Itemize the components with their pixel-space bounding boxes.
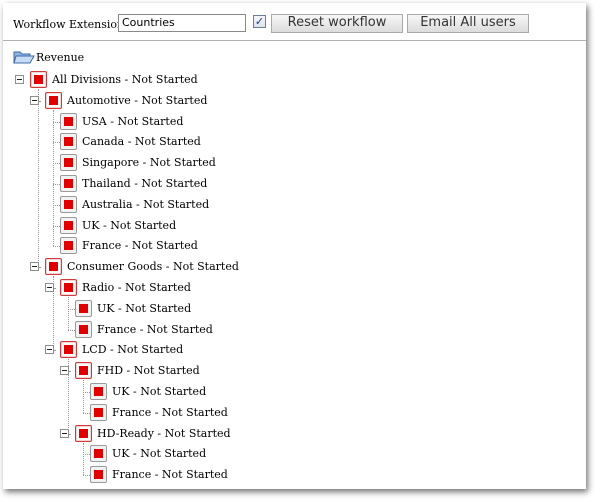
tree-node-label: France - Not Started xyxy=(112,468,228,482)
tree-connector xyxy=(53,109,54,247)
tree-node-label: Australia - Not Started xyxy=(82,197,210,211)
status-not-started-icon[interactable] xyxy=(60,154,77,172)
tree-connector xyxy=(83,412,90,414)
status-not-started-icon[interactable] xyxy=(60,237,77,255)
tree-node-label: UK - Not Started xyxy=(97,301,192,315)
tree-node-label: Canada - Not Started xyxy=(82,135,201,149)
collapse-toggle-icon[interactable] xyxy=(60,428,69,438)
tree-node-label: Consumer Goods - Not Started xyxy=(67,260,239,274)
toolbar: Workflow Extension Countries ✓ Reset wor… xyxy=(3,3,586,41)
status-not-started-icon[interactable] xyxy=(60,341,77,359)
status-not-started-icon[interactable] xyxy=(90,445,107,463)
tree-connector xyxy=(83,392,90,393)
tree-node-label: USA - Not Started xyxy=(82,114,184,128)
tree-connector xyxy=(68,329,75,331)
tree-node-label: Singapore - Not Started xyxy=(82,156,216,170)
checkmark-icon: ✓ xyxy=(254,15,265,28)
status-not-started-icon[interactable] xyxy=(30,71,47,88)
status-not-started-icon[interactable] xyxy=(60,216,77,234)
tree-connector xyxy=(53,142,60,144)
status-not-started-icon[interactable] xyxy=(90,403,107,421)
status-not-started-icon[interactable] xyxy=(45,258,62,276)
tree-connector xyxy=(53,121,60,123)
status-not-started-icon[interactable] xyxy=(75,320,92,338)
status-not-started-icon[interactable] xyxy=(75,299,92,317)
tree-connector xyxy=(53,225,60,227)
collapse-toggle-icon[interactable] xyxy=(30,95,39,105)
workflow-panel: Workflow Extension Countries ✓ Reset wor… xyxy=(3,3,586,489)
root-label: Revenue xyxy=(36,51,85,64)
status-not-started-icon[interactable] xyxy=(60,112,77,130)
tree-node-label: UK - Not Started xyxy=(112,385,207,398)
tree-connector xyxy=(53,184,60,185)
status-not-started-icon[interactable] xyxy=(90,383,107,400)
tree-connector xyxy=(53,246,60,248)
tree-node-label: LCD - Not Started xyxy=(82,343,184,357)
collapse-toggle-icon[interactable] xyxy=(45,345,54,355)
status-not-started-icon[interactable] xyxy=(75,424,92,442)
tree-connector xyxy=(68,308,75,310)
tree-node-label: Thailand - Not Started xyxy=(82,177,208,190)
tree-node-label: France - Not Started xyxy=(112,405,228,419)
workflow-checkbox[interactable]: ✓ xyxy=(253,15,266,28)
status-not-started-icon[interactable] xyxy=(45,91,62,109)
tree-connector xyxy=(38,89,39,268)
status-not-started-icon[interactable] xyxy=(60,195,77,213)
status-not-started-icon[interactable] xyxy=(75,362,92,380)
tree-node-label: HD-Ready - Not Started xyxy=(97,426,231,440)
tree-node-label: Automotive - Not Started xyxy=(67,93,208,107)
status-not-started-icon[interactable] xyxy=(90,466,107,484)
tree-node-label: Radio - Not Started xyxy=(82,281,191,294)
division-tree: Revenue All Divisions - Not Started Autom… xyxy=(3,43,586,489)
tree-connector xyxy=(53,163,60,165)
collapse-toggle-icon[interactable] xyxy=(60,366,69,376)
email-all-users-button[interactable]: Email All users xyxy=(407,14,529,33)
tree-node-label: France - Not Started xyxy=(97,322,213,336)
collapse-toggle-icon[interactable] xyxy=(30,262,39,272)
collapse-toggle-icon[interactable] xyxy=(15,75,24,84)
workflow-extension-input[interactable]: Countries xyxy=(118,14,246,32)
workflow-extension-label: Workflow Extension xyxy=(13,18,125,31)
tree-node-label: UK - Not Started xyxy=(112,447,207,461)
tree-connector xyxy=(83,475,90,477)
tree-node-label: All Divisions - Not Started xyxy=(52,73,198,86)
tree-node-label: France - Not Started xyxy=(82,239,198,253)
status-not-started-icon[interactable] xyxy=(60,133,77,151)
tree-connector xyxy=(83,380,84,413)
tree-connector xyxy=(53,204,60,206)
status-not-started-icon[interactable] xyxy=(60,175,77,192)
status-not-started-icon[interactable] xyxy=(60,279,77,296)
tree-connector xyxy=(68,297,69,330)
tree-connector xyxy=(83,454,90,456)
tree-node-label: UK - Not Started xyxy=(82,218,177,232)
folder-open-icon xyxy=(13,51,35,64)
reset-workflow-button[interactable]: Reset workflow xyxy=(271,14,403,33)
tree-node-label: FHD - Not Started xyxy=(97,364,200,378)
tree-connector xyxy=(83,442,84,476)
collapse-toggle-icon[interactable] xyxy=(45,283,54,292)
